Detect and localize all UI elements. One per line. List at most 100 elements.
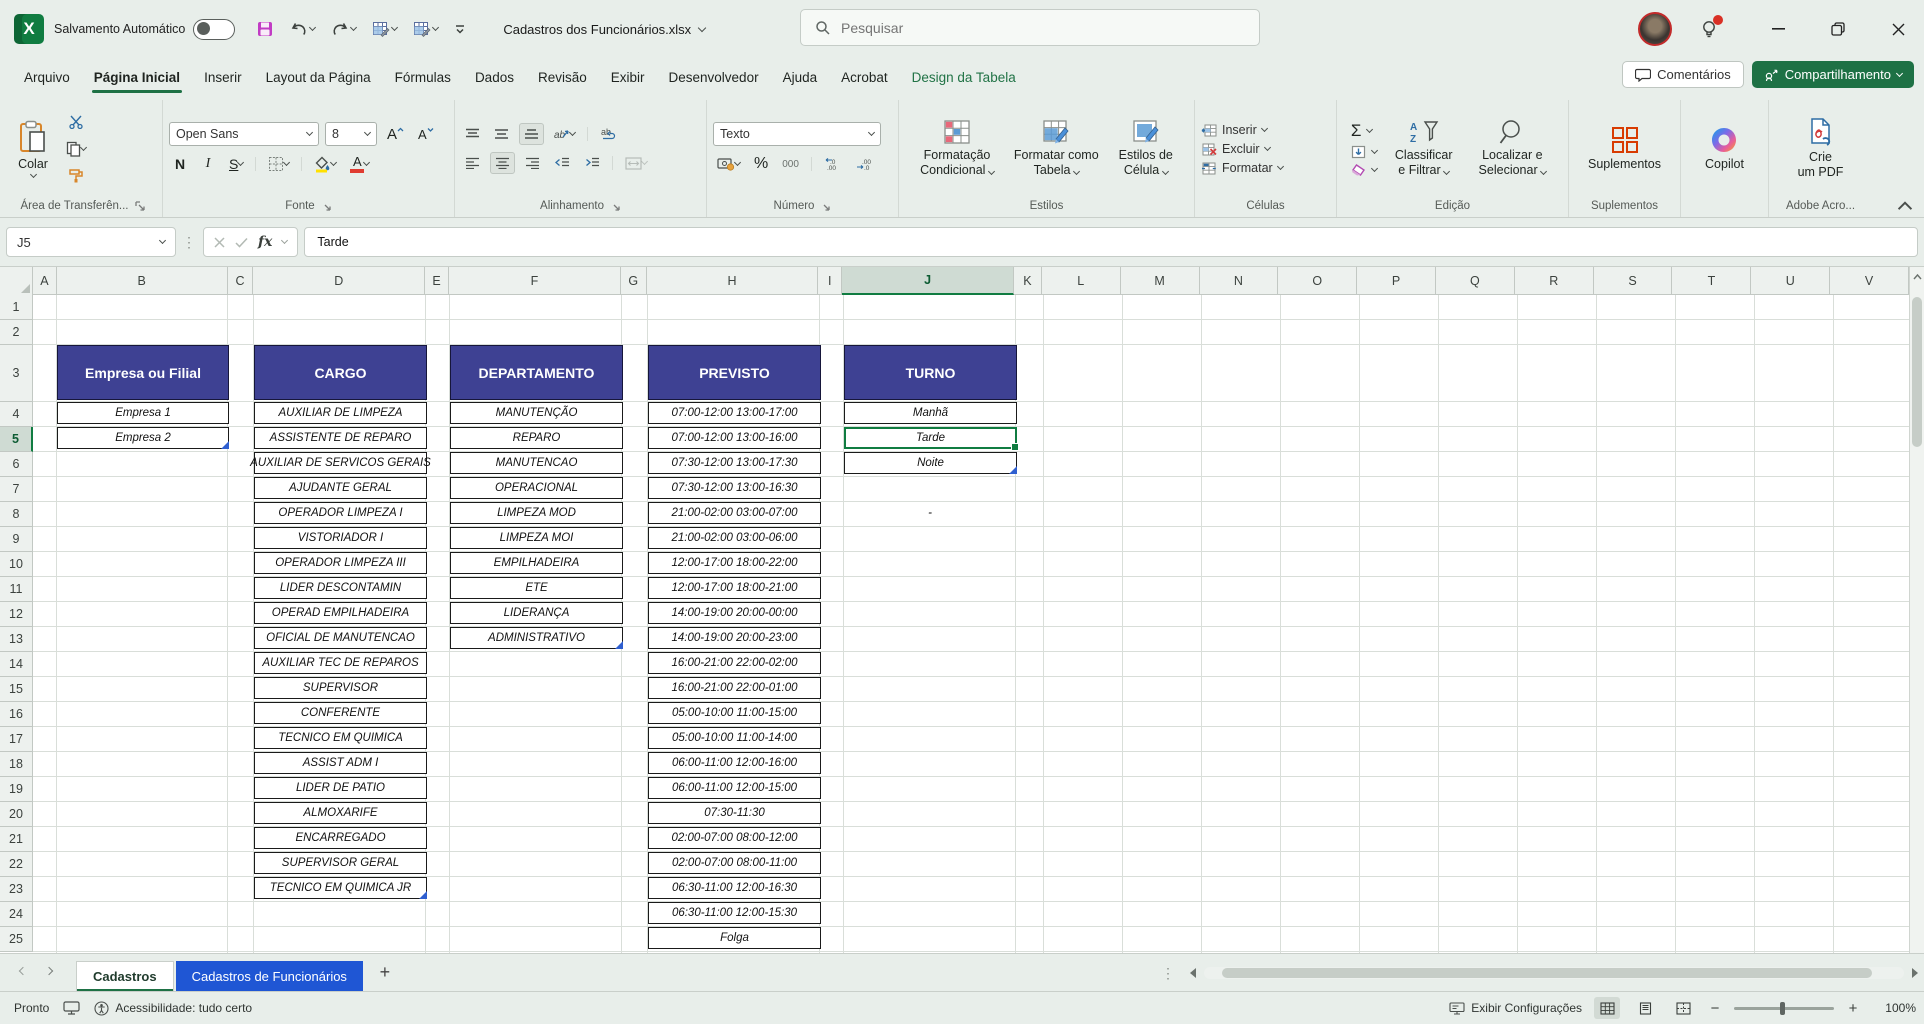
fill-color-button[interactable] <box>310 153 340 175</box>
cell-departamento-9[interactable]: ADMINISTRATIVO <box>450 627 623 649</box>
ribbon-tab-desenvolvedor[interactable]: Desenvolvedor <box>657 62 771 93</box>
format-cells-button[interactable]: Formatar <box>1201 161 1283 175</box>
align-top-button[interactable] <box>461 123 484 145</box>
delete-cells-button[interactable]: Excluir <box>1201 142 1270 156</box>
cell-turno-extra[interactable]: - <box>844 502 1016 524</box>
select-all-corner[interactable] <box>0 267 33 295</box>
column-header-I[interactable]: I <box>818 267 842 295</box>
row-header-7[interactable]: 7 <box>0 477 33 502</box>
cell-cargo-14[interactable]: ASSIST ADM I <box>254 752 427 774</box>
row-header-25[interactable]: 25 <box>0 927 33 952</box>
minimize-button[interactable] <box>1752 0 1804 58</box>
row-header-16[interactable]: 16 <box>0 702 33 727</box>
orientation-button[interactable]: ab <box>550 123 579 145</box>
cell-departamento-5[interactable]: LIMPEZA MOI <box>450 527 623 549</box>
page-break-view-button[interactable] <box>1670 997 1696 1019</box>
document-title-chevron[interactable] <box>698 23 706 31</box>
add-sheet-button[interactable]: + <box>371 960 399 986</box>
column-header-B[interactable]: B <box>57 267 228 295</box>
borders-button[interactable] <box>264 153 293 175</box>
ribbon-tab-ajuda[interactable]: Ajuda <box>771 62 830 93</box>
cell-previsto-9[interactable]: 14:00-19:00 20:00-23:00 <box>648 627 821 649</box>
row-header-9[interactable]: 9 <box>0 527 33 552</box>
row-header-22[interactable]: 22 <box>0 852 33 877</box>
cell-previsto-6[interactable]: 12:00-17:00 18:00-22:00 <box>648 552 821 574</box>
zoom-out-button[interactable]: − <box>1708 1000 1722 1017</box>
row-header-24[interactable]: 24 <box>0 902 33 927</box>
row-header-17[interactable]: 17 <box>0 727 33 752</box>
cell-styles-button[interactable]: Estilos deCélula <box>1111 115 1181 182</box>
cell-previsto-12[interactable]: 05:00-10:00 11:00-15:00 <box>648 702 821 724</box>
ribbon-tab-inserir[interactable]: Inserir <box>192 62 254 93</box>
ribbon-tab-página-inicial[interactable]: Página Inicial <box>82 62 192 93</box>
cell-previsto-1[interactable]: 07:00-12:00 13:00-16:00 <box>648 427 821 449</box>
horizontal-scrollbar[interactable] <box>1204 967 1904 979</box>
cell-cargo-0[interactable]: AUXILIAR DE LIMPEZA <box>254 402 427 424</box>
table-resize-handle[interactable] <box>615 641 623 649</box>
column-header-C[interactable]: C <box>228 267 254 295</box>
cell-previsto-7[interactable]: 12:00-17:00 18:00-21:00 <box>648 577 821 599</box>
document-title[interactable]: Cadastros dos Funcionários.xlsx <box>503 22 705 37</box>
cell-departamento-8[interactable]: LIDERANÇA <box>450 602 623 624</box>
font-name-combo[interactable]: Open Sans <box>169 122 319 146</box>
ribbon-tab-acrobat[interactable]: Acrobat <box>829 62 900 93</box>
cell-previsto-5[interactable]: 21:00-02:00 03:00-06:00 <box>648 527 821 549</box>
column-header-H[interactable]: H <box>647 267 819 295</box>
table-header-previsto[interactable]: PREVISTO <box>648 345 821 400</box>
increase-font-button[interactable]: A <box>383 123 408 145</box>
cells-area[interactable]: Empresa ou FilialEmpresa 1Empresa 2CARGO… <box>33 295 1909 954</box>
row-header-2[interactable]: 2 <box>0 320 33 345</box>
cell-cargo-7[interactable]: LIDER DESCONTAMIN <box>254 577 427 599</box>
row-header-4[interactable]: 4 <box>0 402 33 427</box>
orientation-chevron[interactable] <box>569 129 576 136</box>
number-dialog-launcher[interactable] <box>820 201 831 212</box>
cell-cargo-10[interactable]: AUXILIAR TEC DE REPAROS <box>254 652 427 674</box>
insert-function-button[interactable]: fx <box>258 234 272 250</box>
avatar[interactable] <box>1638 12 1672 46</box>
column-header-S[interactable]: S <box>1594 267 1673 295</box>
align-left-button[interactable] <box>461 152 484 174</box>
ribbon-tab-exibir[interactable]: Exibir <box>599 62 657 93</box>
clear-button[interactable] <box>1351 163 1377 177</box>
cell-departamento-0[interactable]: MANUTENÇÃO <box>450 402 623 424</box>
ribbon-tab-layout-da-página[interactable]: Layout da Página <box>254 62 383 93</box>
ribbon-tab-arquivo[interactable]: Arquivo <box>12 62 82 93</box>
accessibility-status[interactable]: Acessibilidade: tudo certo <box>94 1001 252 1016</box>
hscroll-right-arrow[interactable] <box>1912 968 1918 978</box>
zoom-level[interactable]: 100% <box>1872 1001 1916 1015</box>
align-right-button[interactable] <box>521 152 544 174</box>
column-header-V[interactable]: V <box>1830 267 1909 295</box>
formula-input[interactable]: Tarde <box>304 227 1918 257</box>
customize-quick-access-button[interactable] <box>449 20 471 38</box>
column-header-G[interactable]: G <box>621 267 647 295</box>
zoom-slider-thumb[interactable] <box>1780 1002 1785 1015</box>
cell-departamento-6[interactable]: EMPILHADEIRA <box>450 552 623 574</box>
cell-previsto-11[interactable]: 16:00-21:00 22:00-01:00 <box>648 677 821 699</box>
vertical-scrollbar[interactable] <box>1909 267 1924 954</box>
row-header-15[interactable]: 15 <box>0 677 33 702</box>
column-header-N[interactable]: N <box>1200 267 1279 295</box>
cell-cargo-8[interactable]: OPERAD EMPILHADEIRA <box>254 602 427 624</box>
cell-previsto-14[interactable]: 06:00-11:00 12:00-16:00 <box>648 752 821 774</box>
italic-button[interactable]: I <box>197 153 219 175</box>
alignment-dialog-launcher[interactable] <box>610 201 621 212</box>
column-header-P[interactable]: P <box>1357 267 1436 295</box>
zoom-in-button[interactable]: + <box>1846 1000 1860 1017</box>
cell-turno-0[interactable]: Manhã <box>844 402 1017 424</box>
cell-departamento-2[interactable]: MANUTENCAO <box>450 452 623 474</box>
autosum-button[interactable]: Σ <box>1351 121 1377 141</box>
decrease-decimal-button[interactable]: .00.0 <box>852 153 878 175</box>
cell-cargo-11[interactable]: SUPERVISOR <box>254 677 427 699</box>
fill-color-chevron[interactable] <box>330 159 337 166</box>
cell-departamento-4[interactable]: LIMPEZA MOD <box>450 502 623 524</box>
cell-previsto-0[interactable]: 07:00-12:00 13:00-17:00 <box>648 402 821 424</box>
search-box[interactable] <box>800 9 1260 46</box>
cell-previsto-18[interactable]: 02:00-07:00 08:00-11:00 <box>648 852 821 874</box>
insert-cells-button[interactable]: Inserir <box>1201 123 1267 137</box>
row-header-3[interactable]: 3 <box>0 345 33 402</box>
name-box[interactable]: J5 <box>6 227 176 257</box>
cell-cargo-9[interactable]: OFICIAL DE MANUTENCAO <box>254 627 427 649</box>
paste-chevron[interactable] <box>29 171 36 178</box>
cell-previsto-15[interactable]: 06:00-11:00 12:00-15:00 <box>648 777 821 799</box>
column-header-J[interactable]: J <box>842 267 1014 295</box>
